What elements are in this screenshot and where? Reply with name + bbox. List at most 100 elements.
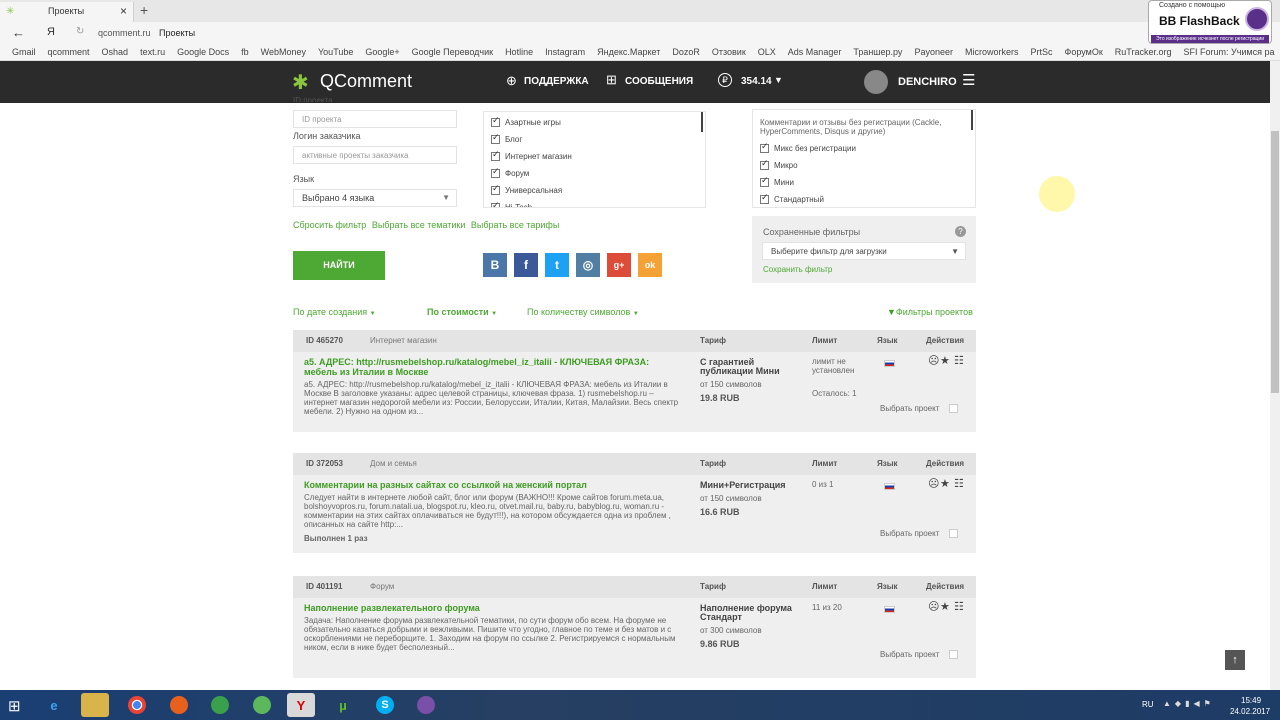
bookmark-item[interactable]: DozoR — [672, 44, 700, 60]
checkbox-checked-icon[interactable] — [491, 166, 500, 178]
site-logo[interactable]: QComment — [320, 71, 412, 92]
balance-dropdown-icon[interactable]: ▼ — [774, 75, 783, 85]
tray-language[interactable]: RU — [1142, 700, 1154, 709]
project-id[interactable]: ID 401191 — [306, 582, 342, 591]
bookmark-item[interactable]: Google Переводчик — [412, 44, 493, 60]
skype-icon[interactable]: S — [371, 693, 399, 717]
instagram-share-icon[interactable]: ◎ — [576, 253, 600, 277]
checkbox-checked-icon[interactable] — [491, 132, 500, 144]
select-all-tariffs-link[interactable]: Выбрать все тарифы — [471, 220, 559, 230]
checkbox-checked-icon[interactable] — [760, 192, 769, 204]
checkbox-checked-icon[interactable] — [491, 183, 500, 195]
bookmark-item[interactable]: OLX — [758, 44, 776, 60]
bookmark-item[interactable]: Траншер.ру — [853, 44, 902, 60]
find-button[interactable]: НАЙТИ — [293, 251, 385, 280]
bookmark-item[interactable]: Google Docs — [177, 44, 229, 60]
star-icon[interactable]: ★ — [940, 354, 950, 367]
project-id-input[interactable]: ID проекта — [293, 110, 457, 128]
windows-start-icon[interactable]: ⊞ — [8, 697, 21, 715]
avatar[interactable] — [864, 70, 888, 94]
topic-checkbox-row[interactable]: Hi-Tech — [491, 199, 698, 207]
topic-checkbox-row[interactable]: Универсальная — [491, 182, 698, 199]
complain-icon[interactable]: ☹ — [928, 477, 939, 490]
tariffs-scrollbar[interactable] — [971, 110, 973, 130]
utorrent-icon[interactable]: µ — [329, 693, 357, 717]
odnoklassniki-share-icon[interactable]: ok — [638, 253, 662, 277]
topics-scrollbar[interactable] — [701, 112, 703, 132]
scrollbar-thumb[interactable] — [1271, 131, 1279, 393]
topic-checkbox-row[interactable]: Блог — [491, 131, 698, 148]
sort-by-cost[interactable]: По стоимости ▼ — [427, 307, 497, 317]
username[interactable]: DENCHIRO — [898, 76, 957, 88]
help-icon[interactable]: ? — [955, 226, 966, 237]
project-filters-link[interactable]: ▼Фильтры проектов — [887, 307, 973, 317]
checkbox-checked-icon[interactable] — [491, 115, 500, 127]
chrome-icon[interactable] — [123, 693, 151, 717]
reload-icon[interactable]: ↻ — [76, 26, 84, 37]
sort-by-date[interactable]: По дате создания ▼ — [293, 307, 376, 317]
checkbox-checked-icon[interactable] — [491, 200, 500, 207]
bookmark-item[interactable]: YouTube — [318, 44, 353, 60]
topic-checkbox-row[interactable]: Азартные игры — [491, 114, 698, 131]
language-select[interactable]: Выбрано 4 языка ▼ — [293, 189, 457, 207]
tariff-checkbox-row[interactable]: Микро — [760, 157, 968, 174]
checkbox-checked-icon[interactable] — [760, 175, 769, 187]
bookmark-item[interactable]: Отзовик — [712, 44, 746, 60]
checkbox-checked-icon[interactable] — [491, 149, 500, 161]
select-project-checkbox[interactable] — [949, 529, 958, 538]
bookmark-item[interactable]: Google+ — [365, 44, 399, 60]
app-orange-icon[interactable] — [165, 693, 193, 717]
list-icon[interactable]: ☷ — [954, 354, 964, 367]
twitter-share-icon[interactable]: t — [545, 253, 569, 277]
menu-icon[interactable]: ☰ — [962, 71, 975, 89]
bookmark-item[interactable]: Hotline — [505, 44, 533, 60]
bookmark-item[interactable]: Ads Manager — [788, 44, 842, 60]
flashback-recorder-icon[interactable] — [412, 693, 440, 717]
app-green-shield-icon[interactable] — [206, 693, 234, 717]
app-green-icon[interactable] — [248, 693, 276, 717]
saved-filters-select[interactable]: Выберите фильтр для загрузки ▼ — [762, 242, 966, 260]
yandex-browser-icon[interactable]: Y — [287, 693, 315, 717]
bookmark-item[interactable]: Oshad — [102, 44, 129, 60]
support-icon[interactable]: ⊕ — [506, 73, 517, 89]
ie-icon[interactable]: e — [40, 693, 68, 717]
logo-icon[interactable]: ✱ — [292, 70, 309, 95]
bookmark-item[interactable]: text.ru — [140, 44, 165, 60]
complain-icon[interactable]: ☹ — [928, 600, 939, 613]
bookmark-item[interactable]: RuTracker.org — [1115, 44, 1172, 60]
messages-link[interactable]: СООБЩЕНИЯ — [625, 76, 693, 87]
browser-tab[interactable]: ✳ Проекты × — [0, 2, 134, 22]
yandex-icon[interactable]: Я — [47, 26, 55, 38]
bookmark-item[interactable]: qcomment — [48, 44, 90, 60]
sort-by-chars[interactable]: По количеству символов ▼ — [527, 307, 639, 317]
project-title[interactable]: Наполнение развлекательного форума — [304, 603, 684, 613]
clock-date[interactable]: 24.02.2017 — [1230, 707, 1270, 716]
scroll-top-button[interactable]: ↑ — [1225, 650, 1245, 670]
checkbox-checked-icon[interactable] — [760, 158, 769, 170]
star-icon[interactable]: ★ — [940, 600, 950, 613]
bookmark-item[interactable]: Instagram — [545, 44, 585, 60]
new-tab-button[interactable]: + — [140, 2, 148, 18]
bookmark-item[interactable]: WebMoney — [261, 44, 306, 60]
tab-close-icon[interactable]: × — [120, 4, 127, 18]
select-all-topics-link[interactable]: Выбрать все тематики — [372, 220, 466, 230]
bookmark-item[interactable]: Microworkers — [965, 44, 1019, 60]
select-project-checkbox[interactable] — [949, 650, 958, 659]
select-project-checkbox[interactable] — [949, 404, 958, 413]
balance-value[interactable]: 354.14 — [741, 76, 772, 87]
topic-checkbox-row[interactable]: Форум — [491, 165, 698, 182]
url-page-title[interactable]: Проекты — [159, 28, 195, 38]
topic-checkbox-row[interactable]: Интернет магазин — [491, 148, 698, 165]
customer-login-input[interactable]: активные проекты заказчика — [293, 146, 457, 164]
bookmark-item[interactable]: Gmail — [12, 44, 36, 60]
save-filter-link[interactable]: Сохранить фильтр — [763, 265, 832, 274]
tray-icons[interactable]: ▲◆▮◀⚑ — [1163, 699, 1215, 708]
project-id[interactable]: ID 372053 — [306, 459, 343, 468]
bookmark-item[interactable]: PrtSc — [1030, 44, 1052, 60]
project-title[interactable]: а5. АДРЕС: http://rusmebelshop.ru/katalo… — [304, 357, 684, 377]
tariff-checkbox-row[interactable]: Мини — [760, 174, 968, 191]
bookmark-item[interactable]: SFI Forum: Учимся ра — [1183, 44, 1274, 60]
star-icon[interactable]: ★ — [940, 477, 950, 490]
bookmark-item[interactable]: Яндекс.Маркет — [597, 44, 660, 60]
back-arrow-icon[interactable]: ← — [12, 25, 25, 40]
